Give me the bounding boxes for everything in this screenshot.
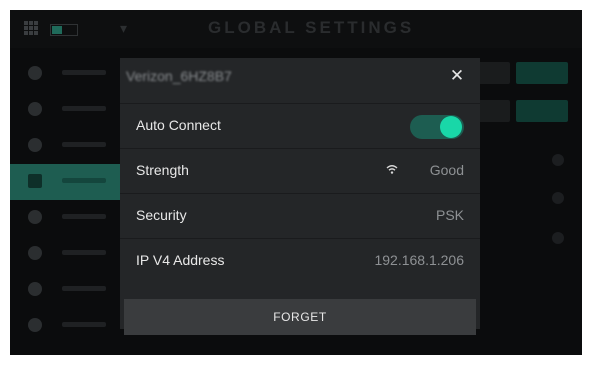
sidebar-item-bluetooth[interactable] xyxy=(10,128,120,164)
sidebar-item-midi[interactable] xyxy=(10,236,120,272)
bluetooth-icon xyxy=(28,138,42,152)
auto-connect-label: Auto Connect xyxy=(136,117,221,133)
forget-button[interactable]: FORGET xyxy=(124,299,476,335)
settings-sidebar xyxy=(10,56,120,355)
background-button xyxy=(516,100,568,122)
link-icon xyxy=(28,102,42,116)
grid-menu-icon[interactable] xyxy=(24,21,38,35)
hand-icon xyxy=(28,210,42,224)
battery-icon xyxy=(50,24,78,36)
sidebar-item-general[interactable] xyxy=(10,56,120,92)
security-value: PSK xyxy=(435,207,464,223)
network-details-dialog: Verizon_6HZ8B7 ✕ Auto Connect Strength G… xyxy=(120,58,480,335)
chevron-down-icon[interactable]: ▾ xyxy=(120,20,127,37)
gear-icon xyxy=(28,66,42,80)
auto-connect-toggle[interactable] xyxy=(410,115,464,139)
pedal-icon xyxy=(28,282,42,296)
wifi-signal-icon xyxy=(386,165,398,174)
ip-address-row: IP V4 Address 192.168.1.206 xyxy=(120,238,480,284)
screen-title: GLOBAL SETTINGS xyxy=(208,18,415,37)
close-icon[interactable]: ✕ xyxy=(448,67,466,85)
background-button xyxy=(516,62,568,84)
security-label: Security xyxy=(136,207,187,223)
strength-label: Strength xyxy=(136,162,189,178)
strength-value: Good xyxy=(429,162,464,178)
network-name: Verizon_6HZ8B7 xyxy=(126,68,232,84)
security-row: Security PSK xyxy=(120,193,480,239)
strength-row: Strength Good xyxy=(120,148,480,194)
lock-icon xyxy=(552,192,564,204)
lock-icon xyxy=(552,232,564,244)
sidebar-item-hand[interactable] xyxy=(10,200,120,236)
sidebar-item-links[interactable] xyxy=(10,92,120,128)
wifi-icon xyxy=(28,174,42,188)
info-icon xyxy=(28,318,42,332)
sidebar-item-info[interactable] xyxy=(10,308,120,344)
device-screen: ▾ GLOBAL SETTINGS Verizon_6HZ8B7 ✕ Auto … xyxy=(10,10,582,355)
sidebar-item-expression[interactable] xyxy=(10,272,120,308)
ip-address-value: 192.168.1.206 xyxy=(374,252,464,268)
ip-address-label: IP V4 Address xyxy=(136,252,225,268)
top-bar: ▾ GLOBAL SETTINGS xyxy=(10,10,582,48)
auto-connect-row: Auto Connect xyxy=(120,103,480,149)
background-icon xyxy=(552,154,564,166)
sidebar-item-wifi[interactable] xyxy=(10,164,120,200)
midi-icon xyxy=(28,246,42,260)
